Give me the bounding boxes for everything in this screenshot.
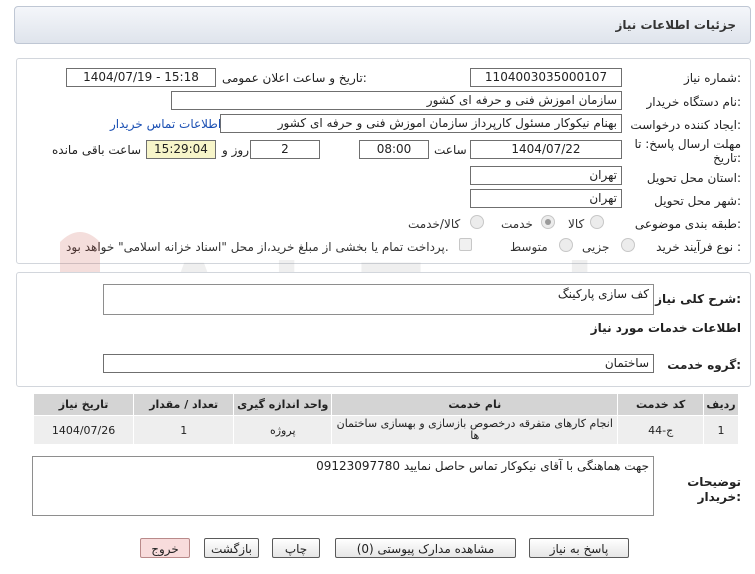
description-text: کف سازی پارکینگ xyxy=(557,287,649,301)
buyer-notes-text: جهت هماهنگی با آقای نیکوکار تماس حاصل نم… xyxy=(316,459,649,473)
creator-label: ایجاد کننده درخواست: xyxy=(630,118,741,132)
buyer-notes-field: جهت هماهنگی با آقای نیکوکار تماس حاصل نم… xyxy=(32,456,654,516)
deadline-label: مهلت ارسال پاسخ: تا xyxy=(634,137,741,151)
reply-to-need-button[interactable]: پاسخ به نیاز xyxy=(529,538,629,558)
col-date-header: تاریخ نیاز xyxy=(32,393,135,416)
category-option-service-label: خدمت xyxy=(501,217,533,231)
page-title: جزئیات اطلاعات نیاز xyxy=(615,18,736,32)
process-type-label: نوع فرآیند خرید : xyxy=(656,240,741,254)
treasury-payment-checkbox[interactable] xyxy=(459,238,472,251)
cell-code: ج-44 xyxy=(617,415,705,445)
back-button[interactable]: بازگشت xyxy=(204,538,259,558)
col-qty-header: تعداد / مقدار xyxy=(133,393,235,416)
cell-name: انجام کارهای متفرقه درخصوص بازسازی و بهس… xyxy=(331,415,619,445)
print-button[interactable]: چاپ xyxy=(272,538,320,558)
process-option-medium-label: متوسط xyxy=(510,240,548,254)
buyer-contact-link[interactable]: اطلاعات تماس خریدار xyxy=(110,117,221,131)
deadline-date-field: 1404/07/22 xyxy=(470,140,622,159)
deadline-label-date: تاریخ: xyxy=(713,151,741,165)
col-row-header: ردیف xyxy=(703,393,739,416)
creator-field: بهنام نیکوکار مسئول کارپرداز سازمان اموز… xyxy=(220,114,622,133)
description-label: شرح کلی نیاز: xyxy=(655,292,741,306)
service-group-field: ساختمان xyxy=(103,354,654,373)
announce-datetime-field: 1404/07/19 - 15:18 xyxy=(66,68,216,87)
treasury-payment-note: پرداخت تمام یا بخشی از مبلغ خرید،از محل … xyxy=(66,240,449,254)
need-info-panel xyxy=(16,58,751,264)
category-option-goods-radio[interactable] xyxy=(590,215,604,229)
city-field: تهران xyxy=(470,189,622,208)
days-remaining-field: 2 xyxy=(250,140,320,159)
col-name-header: نام خدمت xyxy=(331,393,619,416)
category-option-service-radio[interactable] xyxy=(541,215,555,229)
table-header-row: ردیف کد خدمت نام خدمت واحد اندازه گیری ت… xyxy=(32,393,739,416)
col-unit-header: واحد اندازه گیری xyxy=(233,393,333,416)
process-option-minor-radio[interactable] xyxy=(621,238,635,252)
view-attachments-button[interactable]: مشاهده مدارک پیوستی (0) xyxy=(335,538,516,558)
time-left-label: ساعت باقی مانده xyxy=(52,143,142,157)
province-field: تهران xyxy=(470,166,622,185)
buyer-org-label: نام دستگاه خریدار: xyxy=(646,95,742,109)
need-number-label: شماره نیاز: xyxy=(683,71,741,85)
process-option-medium-radio[interactable] xyxy=(559,238,573,252)
description-field: کف سازی پارکینگ xyxy=(103,284,654,315)
buyer-notes-label-2: خریدار: xyxy=(697,490,741,504)
services-table: ردیف کد خدمت نام خدمت واحد اندازه گیری ت… xyxy=(32,393,739,445)
services-section-title: اطلاعات خدمات مورد نیاز xyxy=(590,321,741,335)
days-label: روز و xyxy=(222,143,249,157)
exit-button[interactable]: خروج xyxy=(140,538,190,558)
time-left-field: 15:29:04 xyxy=(146,140,216,159)
page-header: جزئیات اطلاعات نیاز xyxy=(14,6,751,44)
cell-date: 1404/07/26 xyxy=(32,415,135,445)
buyer-org-field: سازمان اموزش فنی و حرفه ای کشور xyxy=(171,91,622,110)
table-row: 1 ج-44 انجام کارهای متفرقه درخصوص بازساز… xyxy=(32,415,739,445)
buyer-notes-label: توضیحات xyxy=(687,475,741,489)
deadline-time-label: ساعت xyxy=(434,143,467,157)
cell-row: 1 xyxy=(703,415,739,445)
process-option-minor-label: جزیی xyxy=(582,240,610,254)
need-number-field: 1104003035000107 xyxy=(470,68,622,87)
announce-datetime-label: تاریخ و ساعت اعلان عمومی: xyxy=(222,71,367,85)
category-option-goods-label: کالا xyxy=(568,217,585,231)
province-label: استان محل تحویل: xyxy=(646,171,741,185)
category-label: طبقه بندی موضوعی: xyxy=(634,217,741,231)
col-code-header: کد خدمت xyxy=(617,393,705,416)
deadline-time-field: 08:00 xyxy=(359,140,429,159)
cell-unit: پروژه xyxy=(233,415,333,445)
category-option-both-radio[interactable] xyxy=(470,215,484,229)
category-option-both-label: کالا/خدمت xyxy=(408,217,461,231)
cell-qty: 1 xyxy=(133,415,235,445)
services-table-wrap: ردیف کد خدمت نام خدمت واحد اندازه گیری ت… xyxy=(32,393,739,445)
service-group-label: گروه خدمت: xyxy=(667,358,741,372)
city-label: شهر محل تحویل: xyxy=(654,194,741,208)
